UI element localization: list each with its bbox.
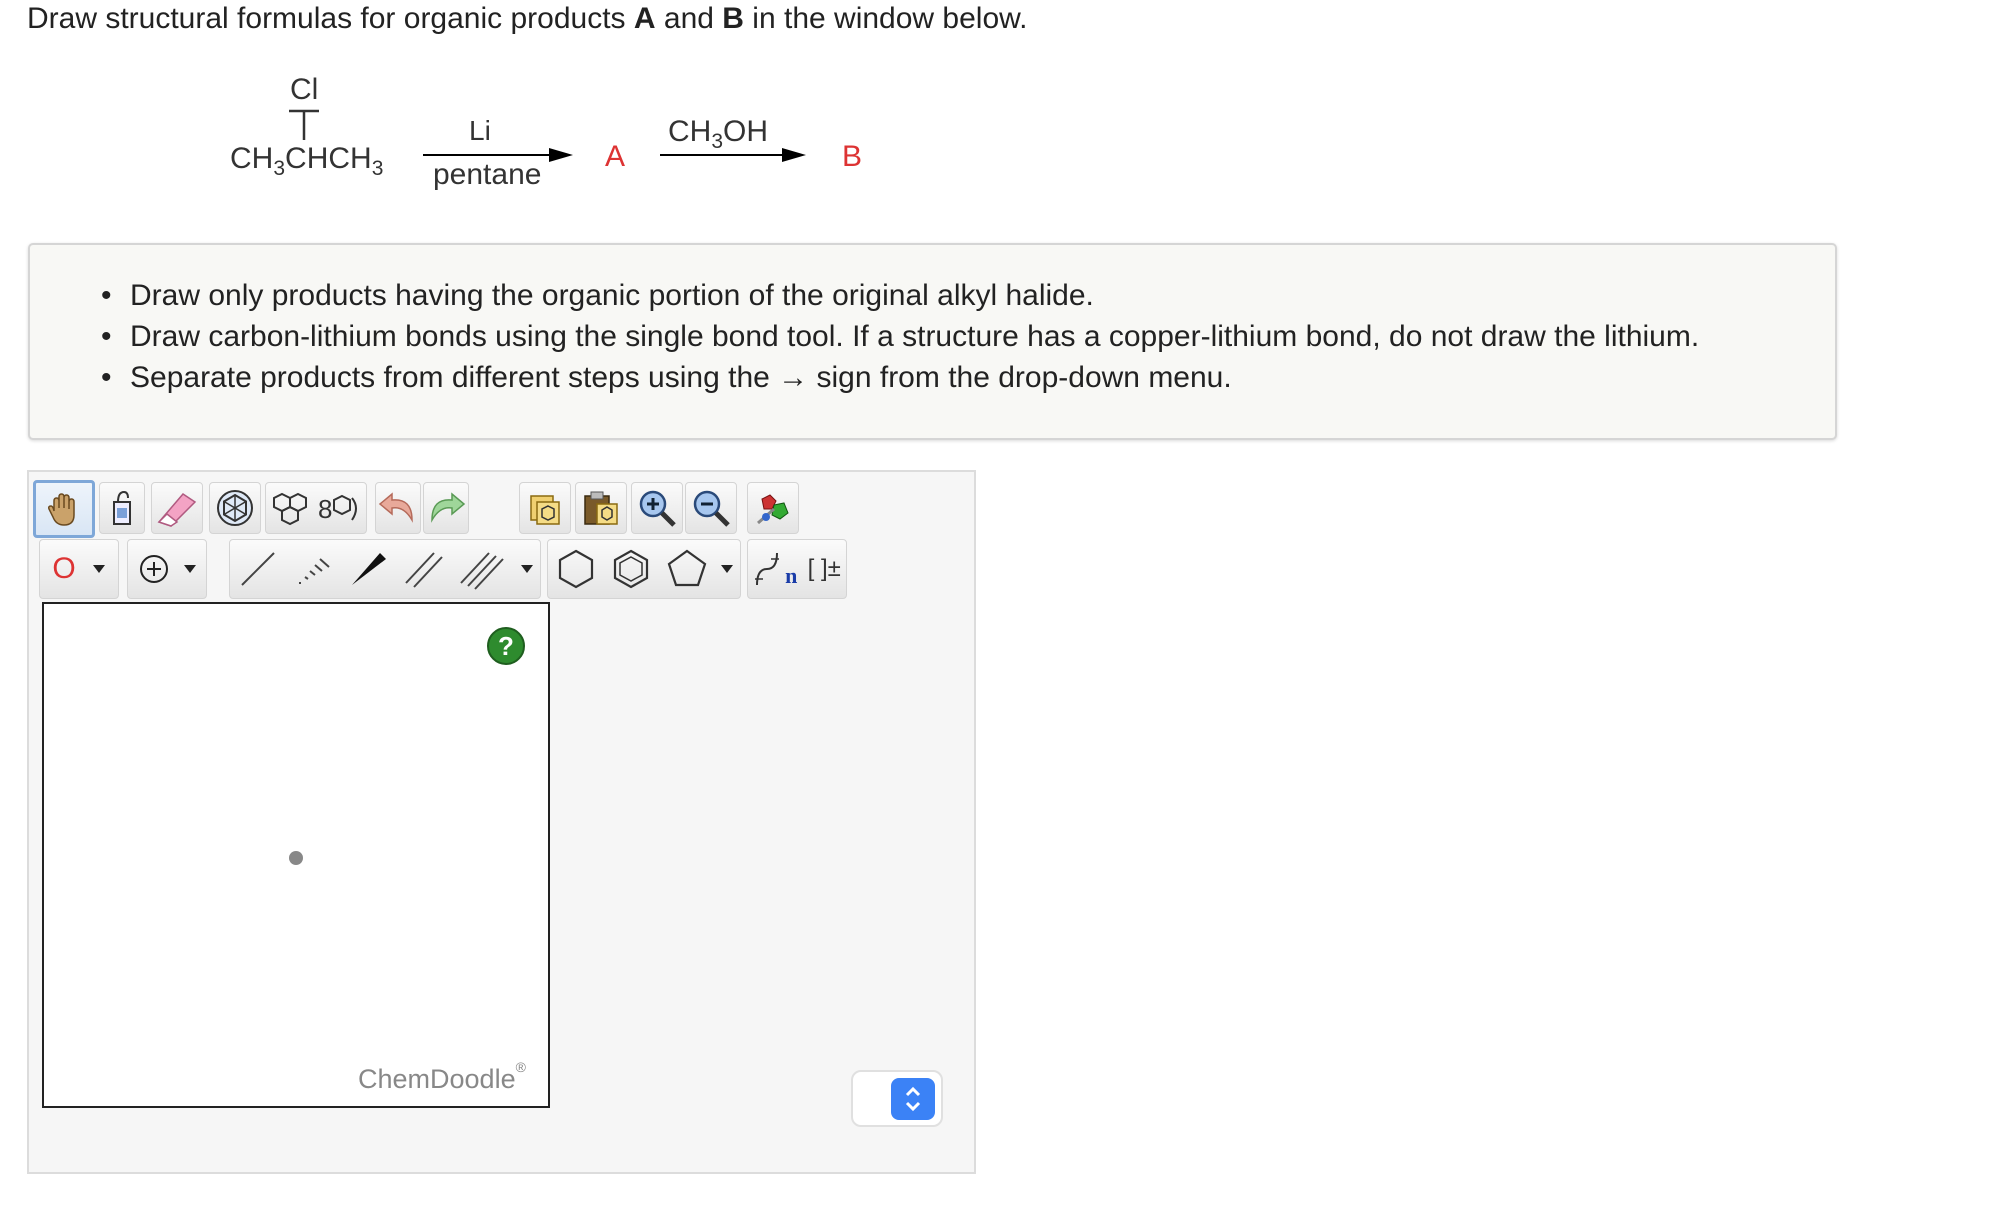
clean-icon — [757, 494, 789, 525]
zoom-in-button[interactable] — [631, 482, 683, 534]
drawing-canvas[interactable]: ? ChemDoodle® — [42, 602, 550, 1108]
chevron-down-icon — [721, 565, 734, 573]
cyclopentane-ring-icon[interactable] — [665, 547, 709, 591]
hand-tool-button[interactable] — [33, 480, 95, 538]
single-bond-icon[interactable] — [236, 547, 280, 591]
clean-button[interactable] — [747, 482, 799, 534]
hashed-bond-icon[interactable] — [291, 547, 335, 591]
atom-selector[interactable]: O — [39, 539, 119, 599]
template-button[interactable] — [209, 482, 261, 534]
lasso-tool-icon — [113, 490, 131, 525]
charge-plus-icon — [140, 555, 168, 583]
instructions-box: Draw only products having the organic po… — [28, 243, 1837, 440]
reaction-scheme: Cl CH3CHCH3 Li pentane A CH3OH B — [0, 60, 900, 210]
bracket-tool[interactable]: [ ]± — [808, 555, 841, 583]
eraser-icon — [157, 493, 197, 527]
svg-text:8: 8 — [318, 494, 332, 524]
help-button[interactable]: ? — [487, 627, 525, 665]
resize-stepper[interactable] — [851, 1070, 943, 1127]
chemdoodle-brand: ChemDoodle® — [358, 1059, 526, 1094]
redo-icon — [431, 492, 466, 523]
cyclohexane-ring-icon[interactable] — [554, 547, 598, 591]
up-down-chevron-icon[interactable] — [891, 1078, 935, 1120]
undo-icon — [378, 492, 413, 523]
ring-chain-templates[interactable]: 8 — [265, 482, 367, 534]
reagent-methanol: CH3OH — [668, 115, 769, 153]
copy-icon — [530, 495, 560, 525]
redo-button[interactable] — [423, 482, 469, 534]
charge-selector[interactable] — [127, 539, 207, 599]
paste-button[interactable] — [575, 482, 627, 534]
ring-tools[interactable] — [547, 539, 741, 599]
reagent-pentane: pentane — [433, 158, 542, 191]
benzene-ring-icon[interactable] — [609, 547, 653, 591]
hand-tool-icon — [48, 493, 75, 526]
canvas-cursor-dot — [289, 851, 303, 865]
undo-button[interactable] — [375, 482, 421, 534]
chemdoodle-editor: 8 O n []± ? ChemDoodle® — [27, 470, 976, 1174]
instruction-item: Draw only products having the organic po… — [101, 275, 1699, 316]
sgroup-label: n — [785, 563, 798, 588]
bond-tools[interactable] — [229, 539, 541, 599]
sgroup-tool[interactable]: n — [753, 549, 797, 589]
chain-template-icon: 8 — [318, 494, 357, 524]
copy-button[interactable] — [519, 482, 571, 534]
chevron-down-icon — [521, 565, 534, 573]
ring-template-icon — [273, 492, 307, 526]
zoom-in-icon — [639, 490, 676, 527]
product-b-label: B — [842, 140, 863, 173]
triple-bond-icon[interactable] — [457, 547, 509, 591]
sgroup-tools[interactable]: n [ ]± — [747, 539, 847, 599]
product-a-label: A — [605, 140, 626, 173]
template-icon — [217, 490, 253, 526]
instruction-item: Separate products from different steps u… — [101, 357, 1699, 398]
paste-icon — [584, 491, 618, 525]
zoom-out-icon — [693, 490, 730, 527]
question-text: Draw structural formulas for organic pro… — [27, 2, 1028, 35]
eraser-button[interactable] — [151, 482, 203, 534]
reactant-formula: CH3CHCH3 — [230, 142, 384, 180]
sgroup-bracket-icon — [755, 552, 780, 586]
reagent-lithium: Li — [469, 115, 491, 146]
chevron-down-icon — [184, 565, 196, 573]
zoom-out-button[interactable] — [685, 482, 737, 534]
atom-label: O — [52, 552, 76, 585]
lasso-tool-button[interactable] — [99, 482, 145, 534]
instruction-item: Draw carbon-lithium bonds using the sing… — [101, 316, 1699, 357]
double-bond-icon[interactable] — [402, 547, 446, 591]
wedge-bond-icon[interactable] — [346, 547, 390, 591]
instructions-list: Draw only products having the organic po… — [30, 275, 1699, 398]
chevron-down-icon — [92, 565, 105, 573]
